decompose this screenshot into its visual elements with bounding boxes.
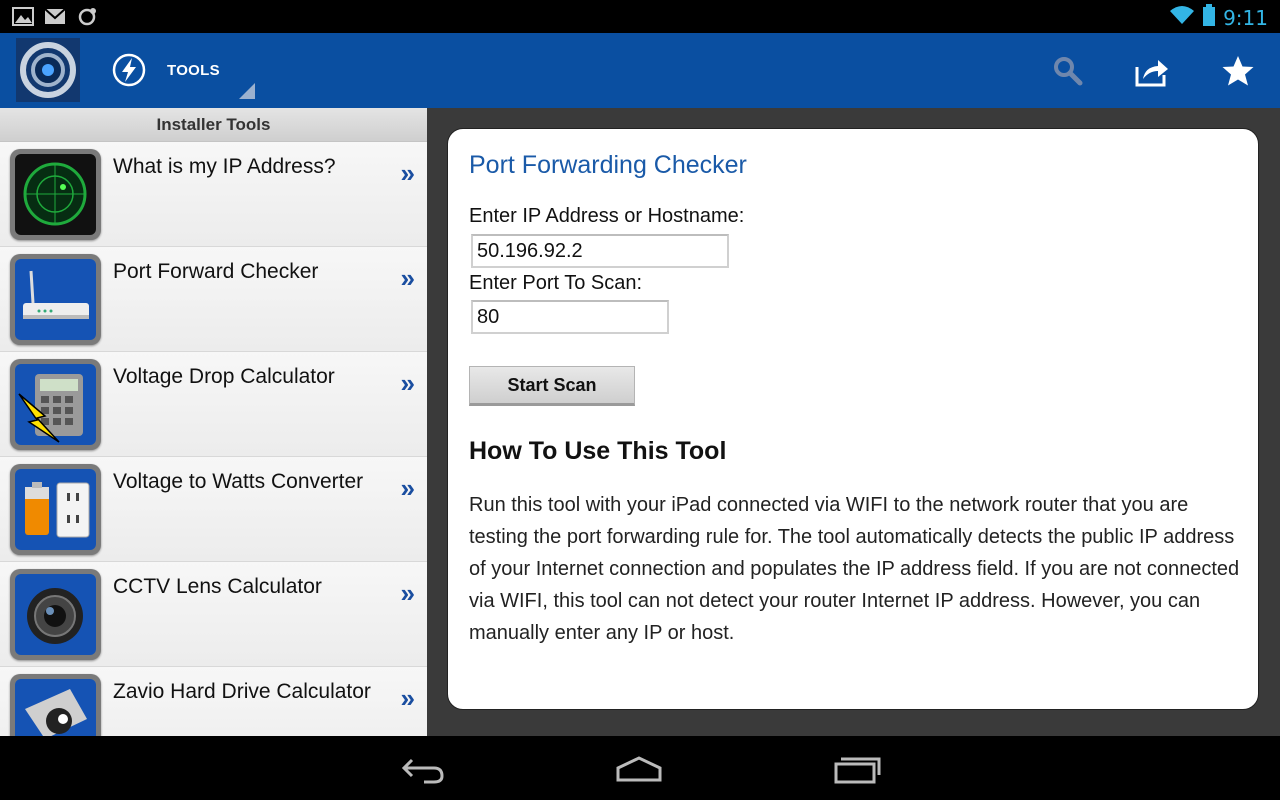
search-icon[interactable] [1050, 53, 1086, 89]
list-header: Installer Tools [0, 108, 427, 142]
favorite-star-icon[interactable] [1220, 53, 1256, 89]
status-bar: 9:11 [0, 0, 1280, 33]
camera-lens-icon [10, 569, 101, 660]
tool-label: Voltage Drop Calculator [113, 365, 335, 388]
page-title: Port Forwarding Checker [469, 151, 747, 179]
tool-item-hard-drive[interactable]: Zavio Hard Drive Calculator » [0, 667, 427, 736]
zavio-logo-icon [10, 674, 101, 736]
home-icon[interactable] [614, 750, 664, 786]
tools-spinner-label[interactable]: TOOLS [167, 62, 220, 79]
tool-item-ip-address[interactable]: What is my IP Address? » [0, 142, 427, 247]
howto-heading: How To Use This Tool [469, 437, 727, 465]
chevron-right-icon: » [400, 473, 415, 503]
tool-label: What is my IP Address? [113, 155, 336, 178]
share-icon[interactable] [1134, 53, 1170, 89]
spinner-dropdown-indicator[interactable] [239, 83, 255, 99]
chevron-right-icon: » [400, 263, 415, 293]
tool-label: Port Forward Checker [113, 260, 319, 283]
start-scan-button[interactable]: Start Scan [469, 366, 635, 406]
action-bar: TOOLS [0, 33, 1280, 108]
tool-label: Voltage to Watts Converter [113, 470, 364, 493]
clock: 9:11 [1223, 5, 1268, 30]
gmail-notification-icon [44, 7, 66, 26]
tool-item-voltage-drop[interactable]: Voltage Drop Calculator » [0, 352, 427, 457]
tool-label: CCTV Lens Calculator [113, 575, 322, 598]
sync-notification-icon [76, 7, 98, 26]
tool-item-cctv-lens[interactable]: CCTV Lens Calculator » [0, 562, 427, 667]
chevron-right-icon: » [400, 158, 415, 188]
tool-card: Port Forwarding Checker Enter IP Address… [447, 128, 1259, 710]
chevron-right-icon: » [400, 578, 415, 608]
tools-list-panel: Installer Tools What is my IP Address? »… [0, 108, 427, 736]
battery-icon [1203, 4, 1216, 31]
port-input[interactable]: 80 [471, 300, 669, 334]
app-logo-icon[interactable] [16, 38, 80, 102]
ip-address-input[interactable]: 50.196.92.2 [471, 234, 729, 268]
router-icon [10, 254, 101, 345]
howto-description: Run this tool with your iPad connected v… [469, 494, 1240, 644]
radar-icon [10, 149, 101, 240]
tool-label: Zavio Hard Drive Calculator [113, 680, 371, 703]
port-label: Enter Port To Scan: [469, 272, 643, 294]
recent-apps-icon[interactable] [832, 750, 882, 786]
calculator-lightning-icon [10, 359, 101, 450]
detail-panel: Port Forwarding Checker Enter IP Address… [427, 108, 1280, 736]
tool-item-voltage-watts[interactable]: Voltage to Watts Converter » [0, 457, 427, 562]
navigation-bar [0, 736, 1280, 800]
chevron-right-icon: » [400, 683, 415, 713]
battery-outlet-icon [10, 464, 101, 555]
ip-label: Enter IP Address or Hostname: [469, 205, 745, 227]
wifi-icon [1169, 5, 1195, 30]
gallery-notification-icon [12, 7, 34, 26]
back-icon[interactable] [398, 750, 448, 786]
chevron-right-icon: » [400, 368, 415, 398]
tool-item-port-forward[interactable]: Port Forward Checker » [0, 247, 427, 352]
lightning-bolt-icon[interactable] [112, 53, 146, 87]
